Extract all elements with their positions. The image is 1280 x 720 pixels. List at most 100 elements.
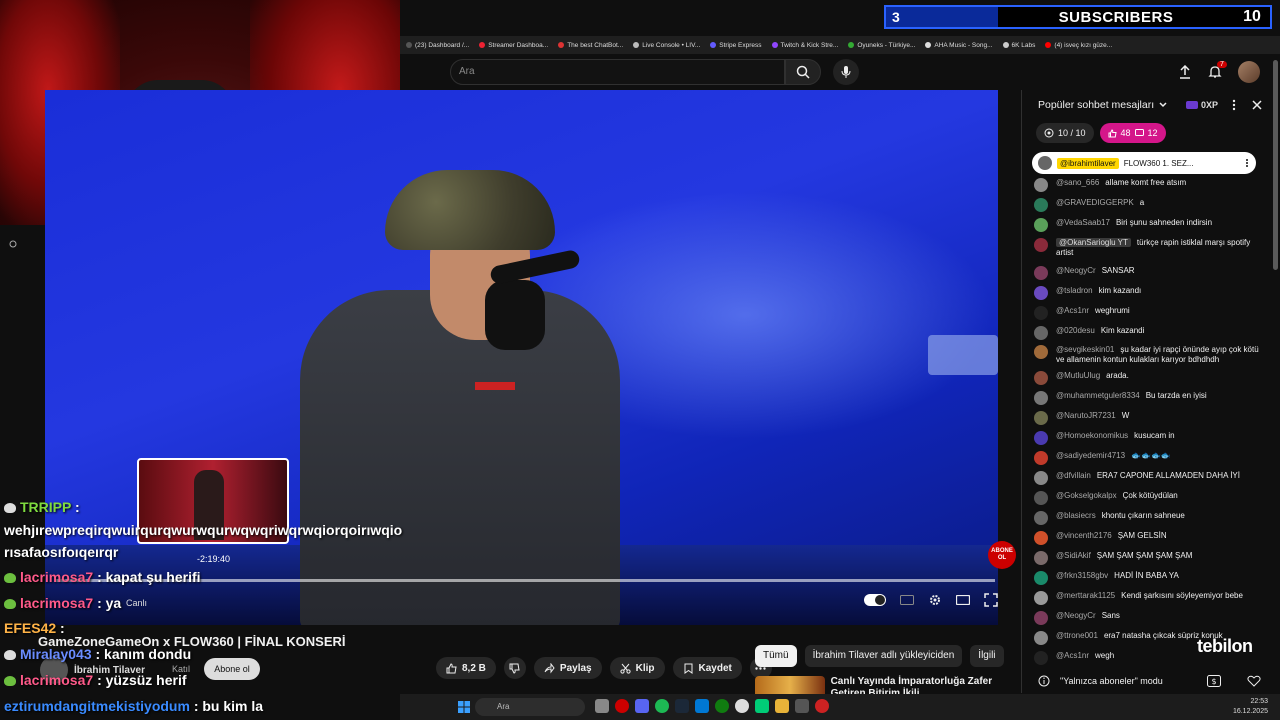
chat-author[interactable]: @Acs1nr xyxy=(1056,306,1089,315)
app-icon[interactable] xyxy=(695,699,709,713)
xbox-icon[interactable] xyxy=(715,699,729,713)
bookmark-item[interactable]: Streamer Dashboa... xyxy=(479,42,548,49)
notifications-button[interactable]: 7 xyxy=(1208,61,1227,79)
theater-mode-icon[interactable] xyxy=(956,595,970,605)
chat-message[interactable]: @tsladron kim kazandı xyxy=(1034,286,1266,300)
taskbar-search[interactable]: Ara xyxy=(475,698,585,716)
chat-message[interactable]: @NarutoJR7231 W xyxy=(1034,411,1266,425)
chat-author[interactable]: @SidiAkif xyxy=(1056,551,1091,560)
bookmark-item[interactable]: Stripe Express xyxy=(710,42,762,49)
avatar[interactable] xyxy=(1034,471,1048,485)
chat-message[interactable]: @sadiyedemir4713 🐟🐟🐟🐟 xyxy=(1034,451,1266,465)
chat-message[interactable]: @frkn3158gbv HADİ İN BABA YA xyxy=(1034,571,1266,585)
close-icon[interactable] xyxy=(1252,100,1262,110)
chat-author[interactable]: @tsladron xyxy=(1056,286,1093,295)
avatar[interactable] xyxy=(1034,371,1048,385)
spotify-icon[interactable] xyxy=(655,699,669,713)
bookmark-item[interactable]: 6K Labs xyxy=(1002,42,1035,49)
chat-message[interactable]: @GRAVEDIGGERPK a xyxy=(1034,198,1266,212)
bookmark-item[interactable]: Live Console • LIV... xyxy=(633,42,700,49)
super-chat-icon[interactable]: $ xyxy=(1207,675,1221,687)
settings-icon[interactable] xyxy=(8,239,18,249)
avatar[interactable] xyxy=(1034,591,1048,605)
avatar[interactable] xyxy=(1034,391,1048,405)
discord-icon[interactable] xyxy=(635,699,649,713)
xp-badge[interactable]: 0XP xyxy=(1185,100,1218,110)
chat-author[interactable]: @Gokselgokalpx xyxy=(1056,491,1117,500)
avatar[interactable] xyxy=(1034,431,1048,445)
save-button[interactable]: Kaydet xyxy=(672,657,742,679)
avatar[interactable] xyxy=(1034,491,1048,505)
chat-message[interactable]: @merttarak1125 Kendi şarkısını söyleyemiy… xyxy=(1034,591,1266,605)
bookmark-item[interactable]: AHA Music - Song... xyxy=(925,42,993,49)
avatar[interactable] xyxy=(1034,411,1048,425)
chat-message[interactable]: @sevgikeskin01 şu kadar iyi rapçi önünde … xyxy=(1034,345,1266,365)
gear-icon[interactable] xyxy=(928,593,942,607)
fullscreen-icon[interactable] xyxy=(984,593,998,607)
info-icon[interactable] xyxy=(1038,675,1050,687)
app-icon[interactable] xyxy=(795,699,809,713)
chat-author[interactable]: @OkanSarioglu YT xyxy=(1056,238,1131,247)
avatar[interactable] xyxy=(1034,531,1048,545)
bookmark-item[interactable]: Oyuneks - Türkiye... xyxy=(848,42,915,49)
chat-message[interactable]: @Gokselgokalpx Çok kötüydülan xyxy=(1034,491,1266,505)
chat-author[interactable]: @Acs1nr xyxy=(1056,651,1089,660)
bookmark-item[interactable]: Twitch & Kick Stre... xyxy=(771,42,838,49)
avatar[interactable] xyxy=(1034,178,1048,192)
chat-author[interactable]: @merttarak1125 xyxy=(1056,591,1115,600)
avatar[interactable] xyxy=(1034,286,1048,300)
chat-author[interactable]: @sano_666 xyxy=(1056,178,1099,187)
chat-author[interactable]: @frkn3158gbv xyxy=(1056,571,1108,580)
more-vertical-icon[interactable] xyxy=(1230,99,1238,111)
task-view-icon[interactable] xyxy=(595,699,609,713)
chat-message[interactable]: @MutluUlug arada. xyxy=(1034,371,1266,385)
chrome-icon[interactable] xyxy=(735,699,749,713)
chat-message[interactable]: @SidiAkif ŞAM ŞAM ŞAM ŞAM ŞAM xyxy=(1034,551,1266,565)
avatar[interactable] xyxy=(1034,326,1048,340)
chat-author[interactable]: @Homoekonomikus xyxy=(1056,431,1128,440)
chat-message[interactable]: @NeogyCr SANSAR xyxy=(1034,266,1266,280)
search-button[interactable] xyxy=(785,59,821,85)
subtitles-icon[interactable] xyxy=(900,595,914,605)
bookmark-item[interactable]: (23) Dashboard /... xyxy=(406,42,469,49)
chip-all[interactable]: Tümü xyxy=(755,645,797,667)
autoplay-toggle[interactable] xyxy=(864,594,886,606)
chat-author[interactable]: @sevgikeskin01 xyxy=(1056,345,1114,354)
avatar[interactable] xyxy=(1034,451,1048,465)
steam-icon[interactable] xyxy=(675,699,689,713)
chat-message[interactable]: @Homoekonomikus kusucam in xyxy=(1034,431,1266,445)
chat-progress-pill[interactable]: 10 / 10 xyxy=(1036,123,1094,143)
like-button[interactable]: 8,2 B xyxy=(436,657,496,679)
chat-message[interactable]: @dfvillain ERA7 CAPONE ALLAMADEN DAHA İYİ xyxy=(1034,471,1266,485)
chat-message[interactable]: @sano_666 allame komt free atsım xyxy=(1034,178,1266,192)
heart-icon[interactable] xyxy=(1247,675,1261,687)
chat-message[interactable]: @muhammetguler8334 Bu tarzda en iyisi xyxy=(1034,391,1266,405)
dislike-button[interactable] xyxy=(503,657,526,679)
chat-message[interactable]: @OkanSarioglu YT türkçe rapin istiklal ma… xyxy=(1034,238,1266,258)
avatar[interactable] xyxy=(1034,345,1048,359)
chat-message[interactable]: @blasiecrs khontu çıkarın sahneue xyxy=(1034,511,1266,525)
search-input[interactable]: Ara xyxy=(450,59,785,85)
share-button[interactable]: Paylaş xyxy=(533,657,602,679)
chevron-down-icon[interactable] xyxy=(1158,100,1168,110)
chat-author[interactable]: @NeogyCr xyxy=(1056,611,1096,620)
upload-icon[interactable] xyxy=(1178,65,1192,79)
avatar[interactable] xyxy=(1034,238,1048,252)
subscribe-badge[interactable]: ABONE OL xyxy=(988,541,1016,569)
subscribe-button[interactable]: Abone ol xyxy=(204,658,260,680)
bookmark-item[interactable]: (4) isveç kızı güze... xyxy=(1045,42,1112,49)
chat-author[interactable]: @sadiyedemir4713 xyxy=(1056,451,1125,460)
avatar[interactable] xyxy=(1034,266,1048,280)
chip-from-uploader[interactable]: İbrahim Tilaver adlı yükleyiciden xyxy=(804,645,963,667)
avatar[interactable] xyxy=(1034,551,1048,565)
app-icon[interactable] xyxy=(755,699,769,713)
bookmark-item[interactable]: The best ChatBot... xyxy=(558,42,623,49)
avatar[interactable] xyxy=(1034,198,1048,212)
folder-icon[interactable] xyxy=(775,699,789,713)
chat-author[interactable]: @muhammetguler8334 xyxy=(1056,391,1140,400)
chat-message[interactable]: @VedaSaab17 Biri şunu sahneden indirsin xyxy=(1034,218,1266,232)
chat-author[interactable]: @ttrone001 xyxy=(1056,631,1098,640)
chat-author[interactable]: @NarutoJR7231 xyxy=(1056,411,1116,420)
avatar[interactable] xyxy=(1034,511,1048,525)
avatar[interactable] xyxy=(1034,306,1048,320)
